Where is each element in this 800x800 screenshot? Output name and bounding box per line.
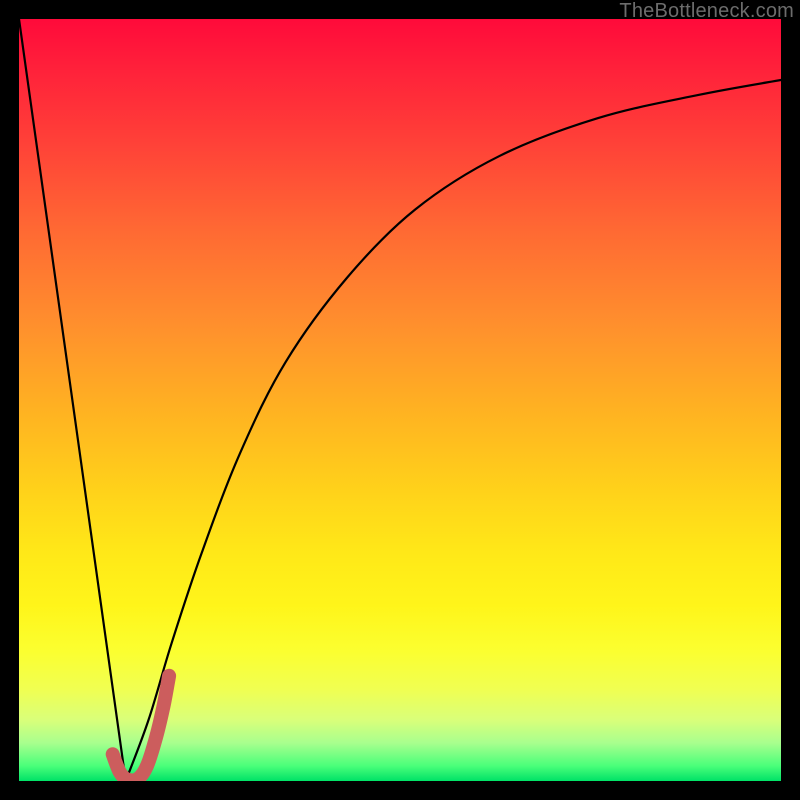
curves-layer (19, 19, 781, 781)
attribution-text: TheBottleneck.com (619, 0, 794, 23)
optimal-marker (113, 676, 169, 781)
plot-area (19, 19, 781, 781)
right-branch-line (126, 80, 781, 781)
left-branch-line (19, 19, 126, 781)
chart-container: TheBottleneck.com (0, 0, 800, 800)
